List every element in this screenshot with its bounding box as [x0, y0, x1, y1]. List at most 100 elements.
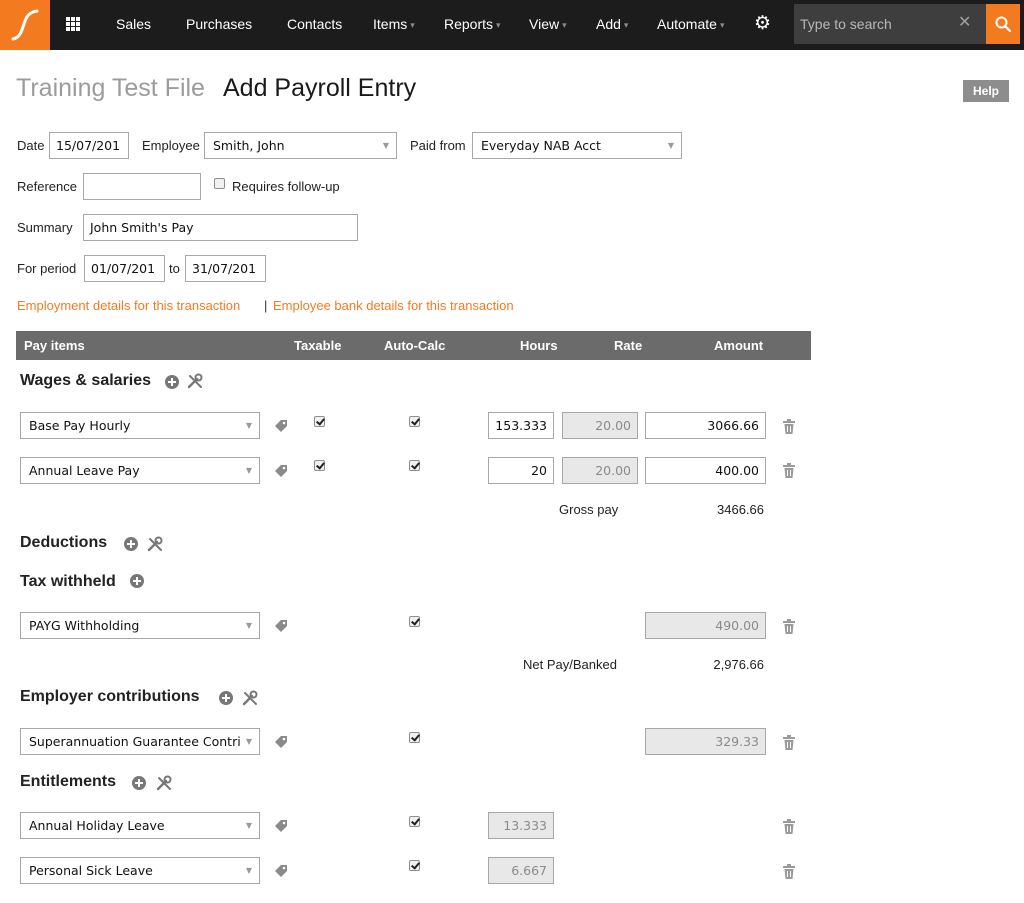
period-from-field[interactable]: 01/07/201 — [84, 255, 165, 282]
trash-icon[interactable] — [782, 619, 796, 635]
trash-icon[interactable] — [782, 419, 796, 435]
trash-icon[interactable] — [782, 819, 796, 835]
hours-field[interactable]: 153.333 — [488, 412, 554, 439]
tag-icon[interactable] — [274, 419, 288, 433]
employment-details-link[interactable]: Employment details for this transaction — [17, 298, 240, 313]
trash-icon[interactable] — [782, 463, 796, 479]
period-to-field[interactable]: 31/07/201 — [185, 255, 266, 282]
tag-icon[interactable] — [274, 464, 288, 478]
col-pay-items: Pay items — [24, 338, 85, 353]
chevron-down-icon: ▾ — [623, 20, 629, 30]
myob-logo[interactable] — [0, 0, 50, 50]
amount-field[interactable]: 400.00 — [645, 457, 766, 484]
tools-icon[interactable] — [242, 690, 258, 706]
chevron-down-icon: ▾ — [496, 20, 501, 30]
search-icon — [995, 16, 1011, 32]
nav-view[interactable]: View ▾ — [529, 0, 567, 50]
tag-icon[interactable] — [274, 735, 288, 749]
reference-label: Reference — [17, 179, 77, 194]
add-wage-icon[interactable] — [165, 375, 179, 389]
hours-field[interactable]: 20 — [488, 457, 554, 484]
employee-bank-details-link[interactable]: Employee bank details for this transacti… — [273, 298, 514, 313]
pay-item-value: Base Pay Hourly — [29, 418, 131, 433]
auto-calc-checkbox[interactable] — [409, 460, 420, 471]
nav-automate[interactable]: Automate ▾ — [657, 0, 724, 50]
nav-contacts[interactable]: Contacts — [287, 0, 342, 50]
employee-value: Smith, John — [213, 138, 285, 153]
trash-icon[interactable] — [782, 864, 796, 880]
section-employer-title: Employer contributions — [20, 688, 200, 705]
rate-field: 20.00 — [562, 412, 638, 439]
help-button[interactable]: Help — [963, 80, 1009, 102]
net-pay-label: Net Pay/Banked — [523, 657, 617, 672]
chevron-down-icon: ▼ — [245, 821, 252, 830]
tools-icon[interactable] — [187, 373, 203, 389]
add-entitlement-icon[interactable] — [132, 776, 146, 790]
chevron-down-icon: ▾ — [719, 20, 725, 30]
add-contribution-icon[interactable] — [219, 691, 233, 705]
pay-item-select[interactable]: Base Pay Hourly ▼ — [20, 412, 260, 439]
paid-from-value: Everyday NAB Acct — [481, 138, 601, 153]
close-icon[interactable]: ✕ — [958, 13, 971, 33]
chevron-down-icon: ▾ — [410, 20, 415, 30]
requires-followup-checkbox[interactable] — [214, 178, 225, 189]
nav-sales[interactable]: Sales — [116, 0, 151, 50]
rate-field: 20.00 — [562, 457, 638, 484]
date-label: Date — [17, 138, 45, 153]
add-tax-icon[interactable] — [130, 574, 144, 588]
nav-purchases[interactable]: Purchases — [186, 0, 252, 50]
taxable-checkbox[interactable] — [314, 416, 325, 427]
summary-field[interactable]: John Smith's Pay — [83, 214, 358, 241]
chevron-down-icon: ▼ — [245, 466, 252, 475]
col-amount: Amount — [714, 338, 764, 353]
col-hours: Hours — [520, 338, 558, 353]
grid-icon[interactable] — [66, 17, 80, 31]
add-deduction-icon[interactable] — [124, 537, 138, 551]
trash-icon[interactable] — [782, 735, 796, 751]
nav-reports[interactable]: Reports ▾ — [444, 0, 501, 50]
gear-icon[interactable]: ⚙ — [754, 13, 771, 35]
taxable-checkbox[interactable] — [314, 460, 325, 471]
auto-calc-checkbox[interactable] — [409, 732, 420, 743]
pay-item-value: Annual Holiday Leave — [29, 818, 165, 833]
period-to-label: to — [169, 261, 180, 276]
auto-calc-checkbox[interactable] — [409, 816, 420, 827]
company-file-name: Training Test File — [16, 74, 205, 102]
tag-icon[interactable] — [274, 864, 288, 878]
period-label: For period — [17, 261, 77, 276]
amount-field[interactable]: 3066.66 — [645, 412, 766, 439]
auto-calc-checkbox[interactable] — [409, 860, 420, 871]
chevron-down-icon: ▼ — [667, 141, 674, 150]
section-wages-title: Wages & salaries — [20, 372, 152, 389]
chevron-down-icon: ▼ — [245, 621, 252, 630]
pay-item-value: Superannuation Guarantee Contri — [29, 734, 241, 749]
tag-icon[interactable] — [274, 819, 288, 833]
nav-items[interactable]: Items ▾ — [373, 0, 415, 50]
reference-field[interactable] — [83, 173, 201, 200]
pay-items-table-header: Pay items Taxable Auto-Calc Hours Rate A… — [16, 331, 811, 360]
paid-from-label: Paid from — [410, 138, 466, 153]
auto-calc-checkbox[interactable] — [409, 416, 420, 427]
pay-item-select[interactable]: Annual Holiday Leave ▼ — [20, 812, 260, 839]
auto-calc-checkbox[interactable] — [409, 616, 420, 627]
col-rate: Rate — [614, 338, 643, 353]
pay-item-select[interactable]: Personal Sick Leave ▼ — [20, 857, 260, 884]
tools-icon[interactable] — [147, 536, 163, 552]
search-button[interactable] — [986, 4, 1020, 44]
col-auto-calc: Auto-Calc — [384, 338, 446, 353]
section-deductions-title: Deductions — [20, 534, 108, 551]
employee-select[interactable]: Smith, John ▼ — [204, 132, 397, 159]
paid-from-select[interactable]: Everyday NAB Acct ▼ — [472, 132, 682, 159]
pay-item-select[interactable]: Superannuation Guarantee Contri ▼ — [20, 728, 260, 755]
tag-icon[interactable] — [274, 619, 288, 633]
tools-icon[interactable] — [156, 775, 172, 791]
pay-item-select[interactable]: Annual Leave Pay ▼ — [20, 457, 260, 484]
hours-field: 6.667 — [488, 857, 554, 884]
hours-field: 13.333 — [488, 812, 554, 839]
pay-item-select[interactable]: PAYG Withholding ▼ — [20, 612, 260, 639]
nav-add[interactable]: Add ▾ — [596, 0, 628, 50]
date-field[interactable]: 15/07/201 — [49, 132, 129, 159]
summary-label: Summary — [17, 220, 73, 235]
gross-pay-value: 3466.66 — [717, 502, 764, 517]
requires-followup-label: Requires follow-up — [232, 179, 340, 194]
